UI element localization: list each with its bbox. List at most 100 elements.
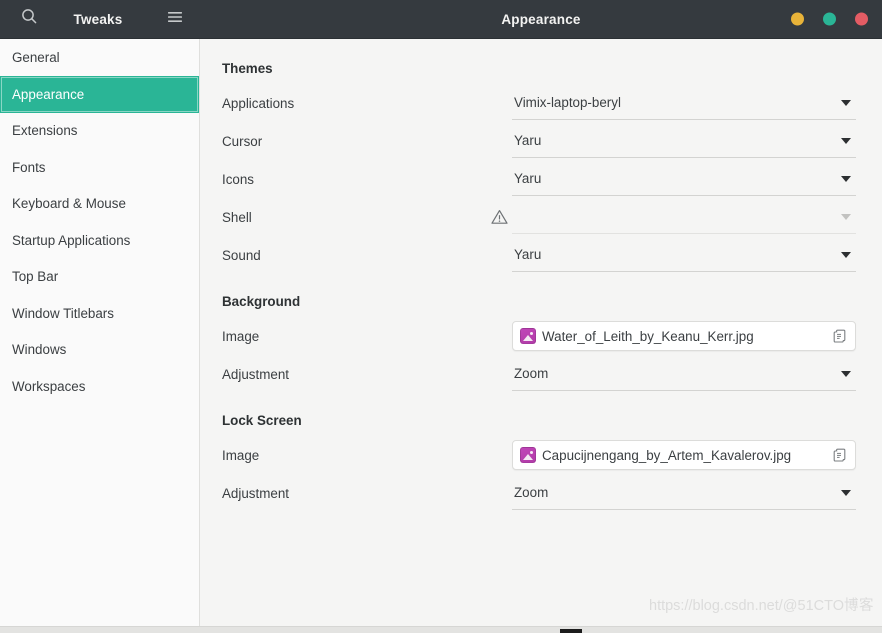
lock-screen-adjustment-dropdown[interactable]: Zoom [512, 476, 856, 510]
image-file-icon [520, 328, 536, 344]
app-title: Tweaks [73, 11, 123, 27]
chevron-down-icon [841, 489, 851, 496]
shell-theme-dropdown [512, 200, 856, 234]
sidebar-item-fonts[interactable]: Fonts [0, 149, 199, 186]
sidebar-item-label: Window Titlebars [12, 305, 114, 321]
file-name-label: Capucijnengang_by_Artem_Kavalerov.jpg [542, 447, 792, 463]
row-lock-screen-image: Image Capucijnengang_by_Artem_Kavalerov.… [222, 436, 856, 474]
row-label: Icons [222, 171, 255, 187]
row-control: Yaru [512, 162, 856, 196]
sidebar-item-label: General [12, 49, 60, 65]
row-theme-icons: Icons Yaru [222, 160, 856, 198]
row-control [512, 200, 856, 234]
page-title: Appearance [501, 11, 581, 27]
lock-screen-image-file-chooser[interactable]: Capucijnengang_by_Artem_Kavalerov.jpg [512, 440, 856, 470]
dropdown-value: Zoom [514, 485, 549, 500]
row-theme-applications: Applications Vimix-laptop-beryl [222, 84, 856, 122]
background-image-file-chooser[interactable]: Water_of_Leith_by_Keanu_Kerr.jpg [512, 321, 856, 351]
themes-section-title: Themes [222, 61, 273, 76]
sidebar-item-label: Workspaces [12, 378, 86, 394]
hamburger-menu-icon [166, 10, 184, 29]
warning-triangle-icon [490, 209, 508, 225]
taskbar-nub [560, 629, 582, 633]
lock-screen-section-title: Lock Screen [222, 413, 302, 428]
sidebar-item-label: Appearance [12, 86, 85, 102]
tweaks-window: Tweaks Appearance General Appearance Ext… [0, 0, 882, 633]
dropdown-value: Zoom [514, 366, 549, 381]
row-control: Zoom [512, 357, 856, 391]
image-file-icon [520, 447, 536, 463]
sidebar-item-label: Extensions [12, 123, 78, 139]
row-control: Water_of_Leith_by_Keanu_Kerr.jpg [512, 321, 856, 351]
content-pane: Themes Applications Vimix-laptop-beryl C… [200, 39, 882, 633]
minimize-button[interactable] [791, 12, 804, 26]
chevron-down-icon [841, 99, 851, 106]
sidebar-item-appearance[interactable]: Appearance [0, 75, 199, 113]
watermark-url: https://blog.csdn.net/@51CTO [649, 598, 844, 614]
row-label: Image [222, 447, 260, 463]
row-control: Yaru [512, 124, 856, 158]
row-background-adjustment: Adjustment Zoom [222, 355, 856, 393]
documents-icon [832, 328, 848, 344]
row-control: Vimix-laptop-beryl [512, 86, 856, 120]
documents-icon [832, 447, 848, 463]
sidebar-item-startup-applications[interactable]: Startup Applications [0, 222, 199, 259]
row-theme-cursor: Cursor Yaru [222, 122, 856, 160]
sidebar-item-label: Startup Applications [12, 232, 131, 248]
row-label: Image [222, 328, 260, 344]
sound-theme-dropdown[interactable]: Yaru [512, 238, 856, 272]
content-inner: Themes Applications Vimix-laptop-beryl C… [200, 39, 882, 512]
sidebar-item-general[interactable]: General [0, 39, 199, 76]
header-right-pane: Appearance [200, 0, 882, 38]
watermark-suffix: 博客 [844, 598, 874, 614]
header-left-pane: Tweaks [0, 0, 200, 38]
sidebar-item-label: Windows [12, 342, 67, 358]
dropdown-value: Vimix-laptop-beryl [514, 95, 621, 110]
sidebar: General Appearance Extensions Fonts Keyb… [0, 39, 200, 633]
row-theme-shell: Shell [222, 198, 856, 236]
row-control: Zoom [512, 476, 856, 510]
close-button[interactable] [855, 12, 868, 26]
row-theme-sound: Sound Yaru [222, 236, 856, 274]
sidebar-item-label: Fonts [12, 159, 46, 175]
window-body: General Appearance Extensions Fonts Keyb… [0, 39, 882, 633]
sidebar-item-windows[interactable]: Windows [0, 332, 199, 369]
sidebar-item-label: Top Bar [12, 269, 59, 285]
dropdown-value: Yaru [514, 171, 542, 186]
background-adjustment-dropdown[interactable]: Zoom [512, 357, 856, 391]
background-section-title: Background [222, 294, 301, 309]
sidebar-item-extensions[interactable]: Extensions [0, 113, 199, 150]
row-control: Yaru [512, 238, 856, 272]
row-background-image: Image Water_of_Leith_by_Keanu_Kerr.jpg [222, 317, 856, 355]
dropdown-value: Yaru [514, 133, 542, 148]
search-icon [21, 8, 38, 30]
row-label: Cursor [222, 133, 263, 149]
row-label: Shell [222, 209, 252, 225]
sidebar-item-label: Keyboard & Mouse [12, 196, 126, 212]
row-lock-screen-adjustment: Adjustment Zoom [222, 474, 856, 512]
icons-theme-dropdown[interactable]: Yaru [512, 162, 856, 196]
row-control: Capucijnengang_by_Artem_Kavalerov.jpg [512, 440, 856, 470]
chevron-down-icon [841, 370, 851, 377]
dropdown-value: Yaru [514, 247, 542, 262]
applications-theme-dropdown[interactable]: Vimix-laptop-beryl [512, 86, 856, 120]
watermark: https://blog.csdn.net/@51CTO博客 [649, 594, 874, 615]
file-name-label: Water_of_Leith_by_Keanu_Kerr.jpg [542, 328, 754, 344]
window-controls [791, 12, 868, 26]
cursor-theme-dropdown[interactable]: Yaru [512, 124, 856, 158]
row-warning-slot [486, 209, 512, 225]
sidebar-item-keyboard-mouse[interactable]: Keyboard & Mouse [0, 186, 199, 223]
chevron-down-icon [841, 137, 851, 144]
sidebar-item-top-bar[interactable]: Top Bar [0, 259, 199, 296]
chevron-down-icon [841, 213, 851, 220]
chevron-down-icon [841, 251, 851, 258]
maximize-button[interactable] [823, 12, 836, 26]
row-label: Adjustment [222, 485, 289, 501]
chevron-down-icon [841, 175, 851, 182]
main-menu-button[interactable] [158, 4, 192, 34]
header-bar: Tweaks Appearance [0, 0, 882, 39]
sidebar-item-window-titlebars[interactable]: Window Titlebars [0, 295, 199, 332]
row-label: Adjustment [222, 366, 289, 382]
bottom-edge-strip [0, 626, 882, 633]
sidebar-item-workspaces[interactable]: Workspaces [0, 368, 199, 405]
